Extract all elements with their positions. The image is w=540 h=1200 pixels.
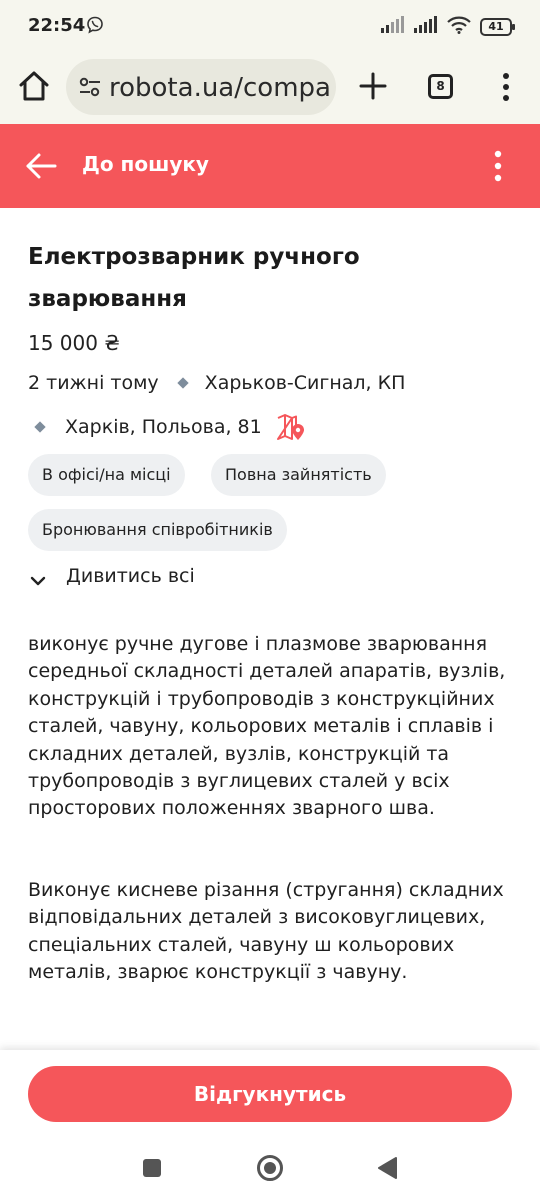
apply-button[interactable]: Відгукнутись (28, 1066, 512, 1122)
more-options-icon[interactable] (486, 148, 510, 184)
viber-icon (86, 16, 104, 38)
wifi-icon (447, 16, 471, 38)
url-text[interactable]: robota.ua/compa (109, 73, 331, 103)
home-circle-icon[interactable] (256, 1154, 284, 1186)
browser-menu-icon[interactable] (494, 70, 518, 104)
signal-icon-2 (414, 16, 438, 38)
chip-work-format: В офісі/на місці (28, 454, 185, 496)
posted-date: 2 тижні тому (28, 372, 159, 394)
screen: 22:54 41 robota.ua/compa 8 До пошуку Еле… (0, 0, 540, 1200)
status-bar: 22:54 41 (0, 0, 540, 52)
separator-diamond-icon (34, 421, 46, 433)
company-name[interactable]: Харьков-Сигнал, КП (205, 372, 406, 394)
address-bar[interactable]: robota.ua/compa (66, 59, 336, 115)
home-icon[interactable] (16, 68, 52, 104)
salary: 15 000 ₴ (28, 331, 120, 355)
see-all-toggle[interactable]: Дивитись всі (30, 565, 195, 587)
app-header: До пошуку (0, 124, 540, 208)
battery-icon: 41 (480, 18, 515, 36)
bottom-action-panel: Відгукнутись (0, 1050, 540, 1140)
chip-reservation: Бронювання співробітників (28, 509, 287, 551)
back-triangle-icon[interactable] (376, 1156, 398, 1184)
status-icons: 41 (381, 16, 515, 38)
new-tab-icon[interactable] (356, 69, 390, 103)
address-text: Харків, Польова, 81 (65, 416, 262, 438)
signal-icon (381, 16, 405, 38)
job-address: Харків, Польова, 81 (34, 413, 306, 441)
job-title: Електрозварник ручного зварювання (28, 244, 360, 312)
see-all-label: Дивитись всі (66, 565, 195, 587)
description-paragraph: Виконує кисневе різання (стругання) скла… (28, 879, 504, 984)
system-nav-bar (0, 1140, 540, 1200)
site-settings-icon[interactable] (78, 76, 102, 102)
map-location-icon[interactable] (276, 413, 306, 441)
separator-diamond-icon (177, 377, 189, 389)
description-paragraph: виконує ручне дугове і плазмове зварюван… (28, 633, 506, 820)
status-time: 22:54 (28, 15, 86, 36)
job-meta: 2 тижні тому Харьков-Сигнал, КП (28, 372, 405, 394)
chevron-down-icon (30, 570, 46, 586)
chip-employment-type: Повна зайнятість (211, 454, 386, 496)
browser-toolbar: robota.ua/compa 8 (0, 52, 540, 124)
tab-switcher-button[interactable]: 8 (428, 74, 453, 99)
recents-icon[interactable] (141, 1157, 163, 1183)
back-to-search-link[interactable]: До пошуку (82, 152, 209, 176)
back-arrow-icon[interactable] (24, 150, 58, 182)
